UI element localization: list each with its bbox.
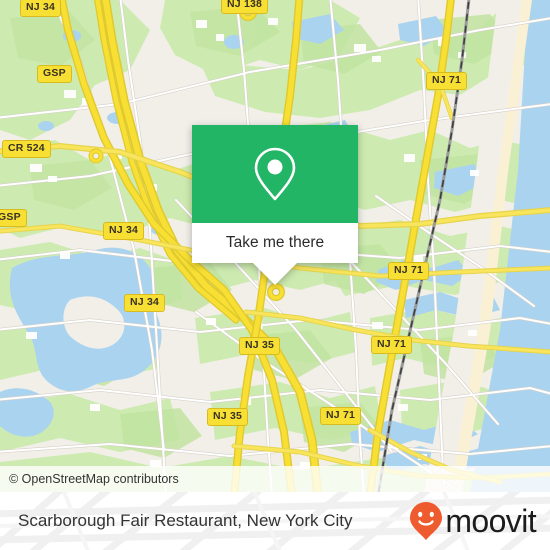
shield-nj71-bottom: NJ 71	[320, 407, 362, 425]
popup-header	[192, 125, 358, 223]
place-title: Scarborough Fair Restaurant, New York Ci…	[18, 511, 353, 530]
map-canvas[interactable]: NJ 34 NJ 138 GSP NJ 71 CR 524 GSP NJ 34 …	[0, 0, 550, 492]
moovit-brand[interactable]: moovit	[409, 501, 537, 541]
shield-nj71-mid: NJ 71	[388, 262, 430, 280]
location-pin-icon	[254, 147, 296, 201]
map-screenshot-root: NJ 34 NJ 138 GSP NJ 71 CR 524 GSP NJ 34 …	[0, 0, 550, 550]
moovit-smiley-pin-icon	[410, 502, 443, 540]
shield-nj34-low: NJ 34	[124, 294, 166, 312]
shield-gsp-left: GSP	[0, 209, 27, 227]
shield-nj34-mid: NJ 34	[103, 222, 145, 240]
popup-action[interactable]: Take me there	[192, 223, 358, 263]
shield-nj71-top: NJ 71	[426, 72, 468, 90]
popup-tail	[253, 263, 297, 285]
shield-gsp-top: GSP	[37, 65, 72, 83]
footer-content: Scarborough Fair Restaurant, New York Ci…	[0, 492, 550, 550]
take-me-there-label: Take me there	[225, 234, 325, 251]
osm-attribution-text: © OpenStreetMap contributors	[9, 472, 179, 486]
shield-nj35-low: NJ 35	[207, 408, 249, 426]
shield-nj71-low: NJ 71	[371, 336, 413, 354]
moovit-wordmark: moovit	[445, 503, 536, 539]
footer-bar: Scarborough Fair Restaurant, New York Ci…	[0, 492, 550, 550]
shield-nj34-top: NJ 34	[20, 0, 62, 17]
osm-attribution[interactable]: © OpenStreetMap contributors	[0, 466, 550, 492]
shield-nj138-top: NJ 138	[221, 0, 269, 14]
shield-cr524: CR 524	[2, 140, 51, 158]
shield-nj35-mid: NJ 35	[239, 337, 281, 355]
map-popup[interactable]: Take me there	[192, 125, 358, 285]
